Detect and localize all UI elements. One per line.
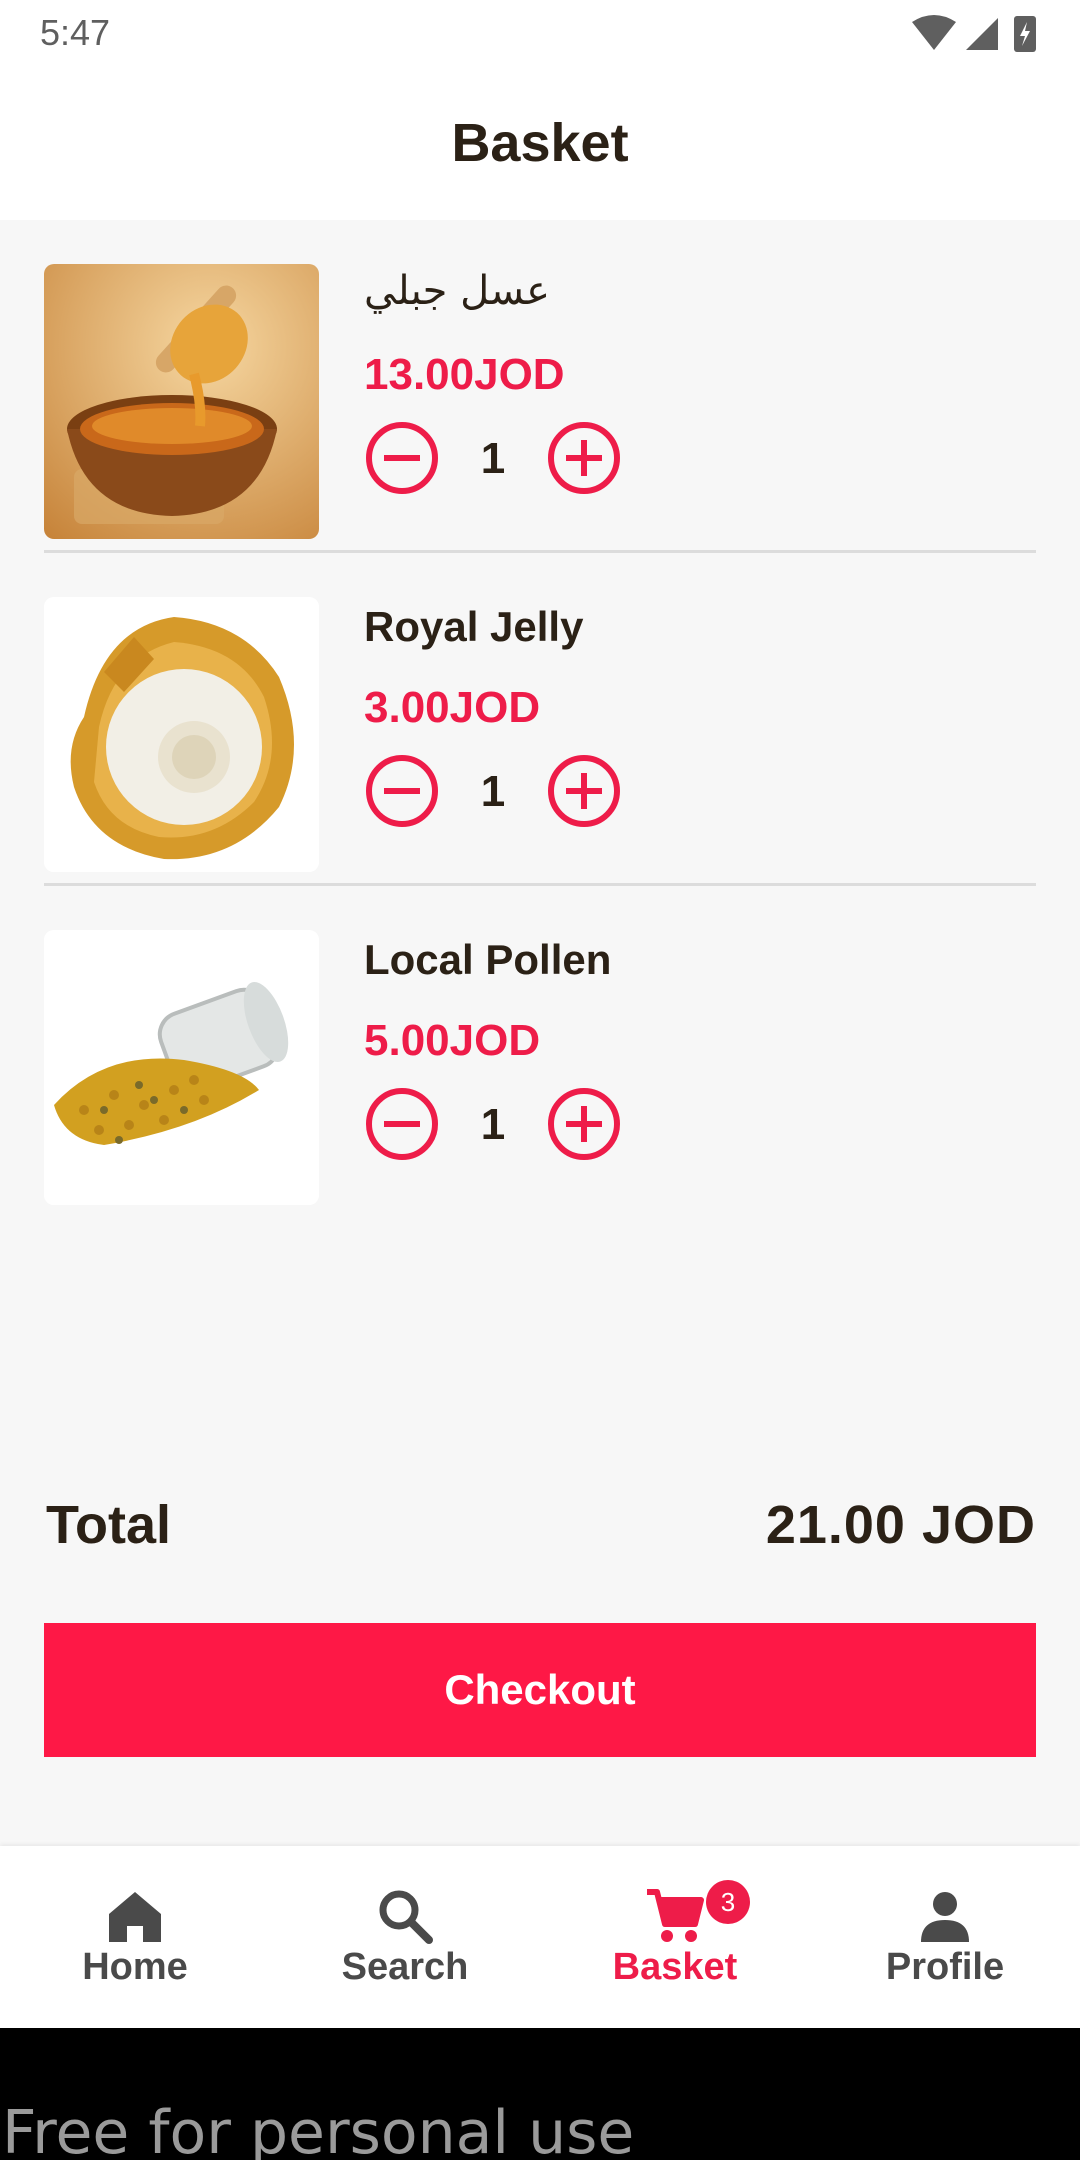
person-icon — [921, 1892, 969, 1942]
signal-icon — [966, 18, 998, 50]
total-label: Total — [46, 1495, 171, 1555]
wifi-icon — [912, 15, 956, 50]
product-price: 13.00JOD — [364, 350, 565, 399]
product-image-royal-jelly — [44, 597, 319, 872]
nav-label: Search — [341, 1946, 469, 1988]
decrease-quantity-button[interactable] — [364, 420, 440, 496]
increase-quantity-button[interactable] — [546, 753, 622, 829]
watermark-bar: Free for personal use — [0, 2028, 1080, 2160]
product-name: Local Pollen — [364, 936, 612, 983]
search-icon — [379, 1890, 433, 1944]
nav-item-basket[interactable]: 3 Basket — [540, 1846, 810, 2028]
quantity-value: 1 — [480, 767, 506, 816]
app-bar: Basket — [0, 66, 1080, 220]
increase-quantity-button[interactable] — [546, 1086, 622, 1162]
nav-label: Basket — [612, 1946, 738, 1988]
page-title: Basket — [451, 113, 629, 173]
product-price: 3.00JOD — [364, 683, 541, 732]
cart-count-badge: 3 — [706, 1880, 750, 1924]
quantity-value: 1 — [480, 434, 506, 483]
nav-item-home[interactable]: Home — [0, 1846, 270, 2028]
home-icon — [109, 1892, 161, 1942]
watermark-text: Free for personal use — [2, 2098, 635, 2160]
nav-label: Home — [82, 1946, 188, 1988]
nav-item-profile[interactable]: Profile — [810, 1846, 1080, 2028]
basket-item: Royal Jelly 3.00JOD 1 — [44, 553, 1036, 886]
nav-label: Profile — [885, 1946, 1005, 1988]
increase-quantity-button[interactable] — [546, 420, 622, 496]
basket-item: عسل جبلي 13.00JOD 1 — [44, 220, 1036, 553]
status-icons — [912, 15, 1036, 52]
total-value: 21.00 JOD — [765, 1495, 1036, 1555]
basket-item: Local Pollen 5.00JOD 1 — [44, 886, 1036, 1219]
cart-icon — [647, 1889, 704, 1942]
basket-list: عسل جبلي 13.00JOD 1 Royal Jelly 3.00JOD … — [44, 220, 1036, 1219]
product-name: عسل جبلي — [364, 268, 550, 314]
status-bar: 5:47 — [0, 0, 1080, 66]
status-time: 5:47 — [40, 12, 111, 53]
decrease-quantity-button[interactable] — [364, 753, 440, 829]
product-name: Royal Jelly — [364, 603, 584, 650]
product-price: 5.00JOD — [364, 1016, 541, 1065]
product-image-honey — [44, 264, 319, 539]
checkout-button[interactable]: Checkout — [44, 1623, 1036, 1757]
decrease-quantity-button[interactable] — [364, 1086, 440, 1162]
nav-item-search[interactable]: Search — [270, 1846, 540, 2028]
bottom-navigation: Home Search 3 Basket Profile — [0, 1846, 1080, 2028]
quantity-value: 1 — [480, 1100, 506, 1149]
product-image-pollen — [44, 930, 319, 1205]
checkout-label: Checkout — [444, 1666, 636, 1713]
